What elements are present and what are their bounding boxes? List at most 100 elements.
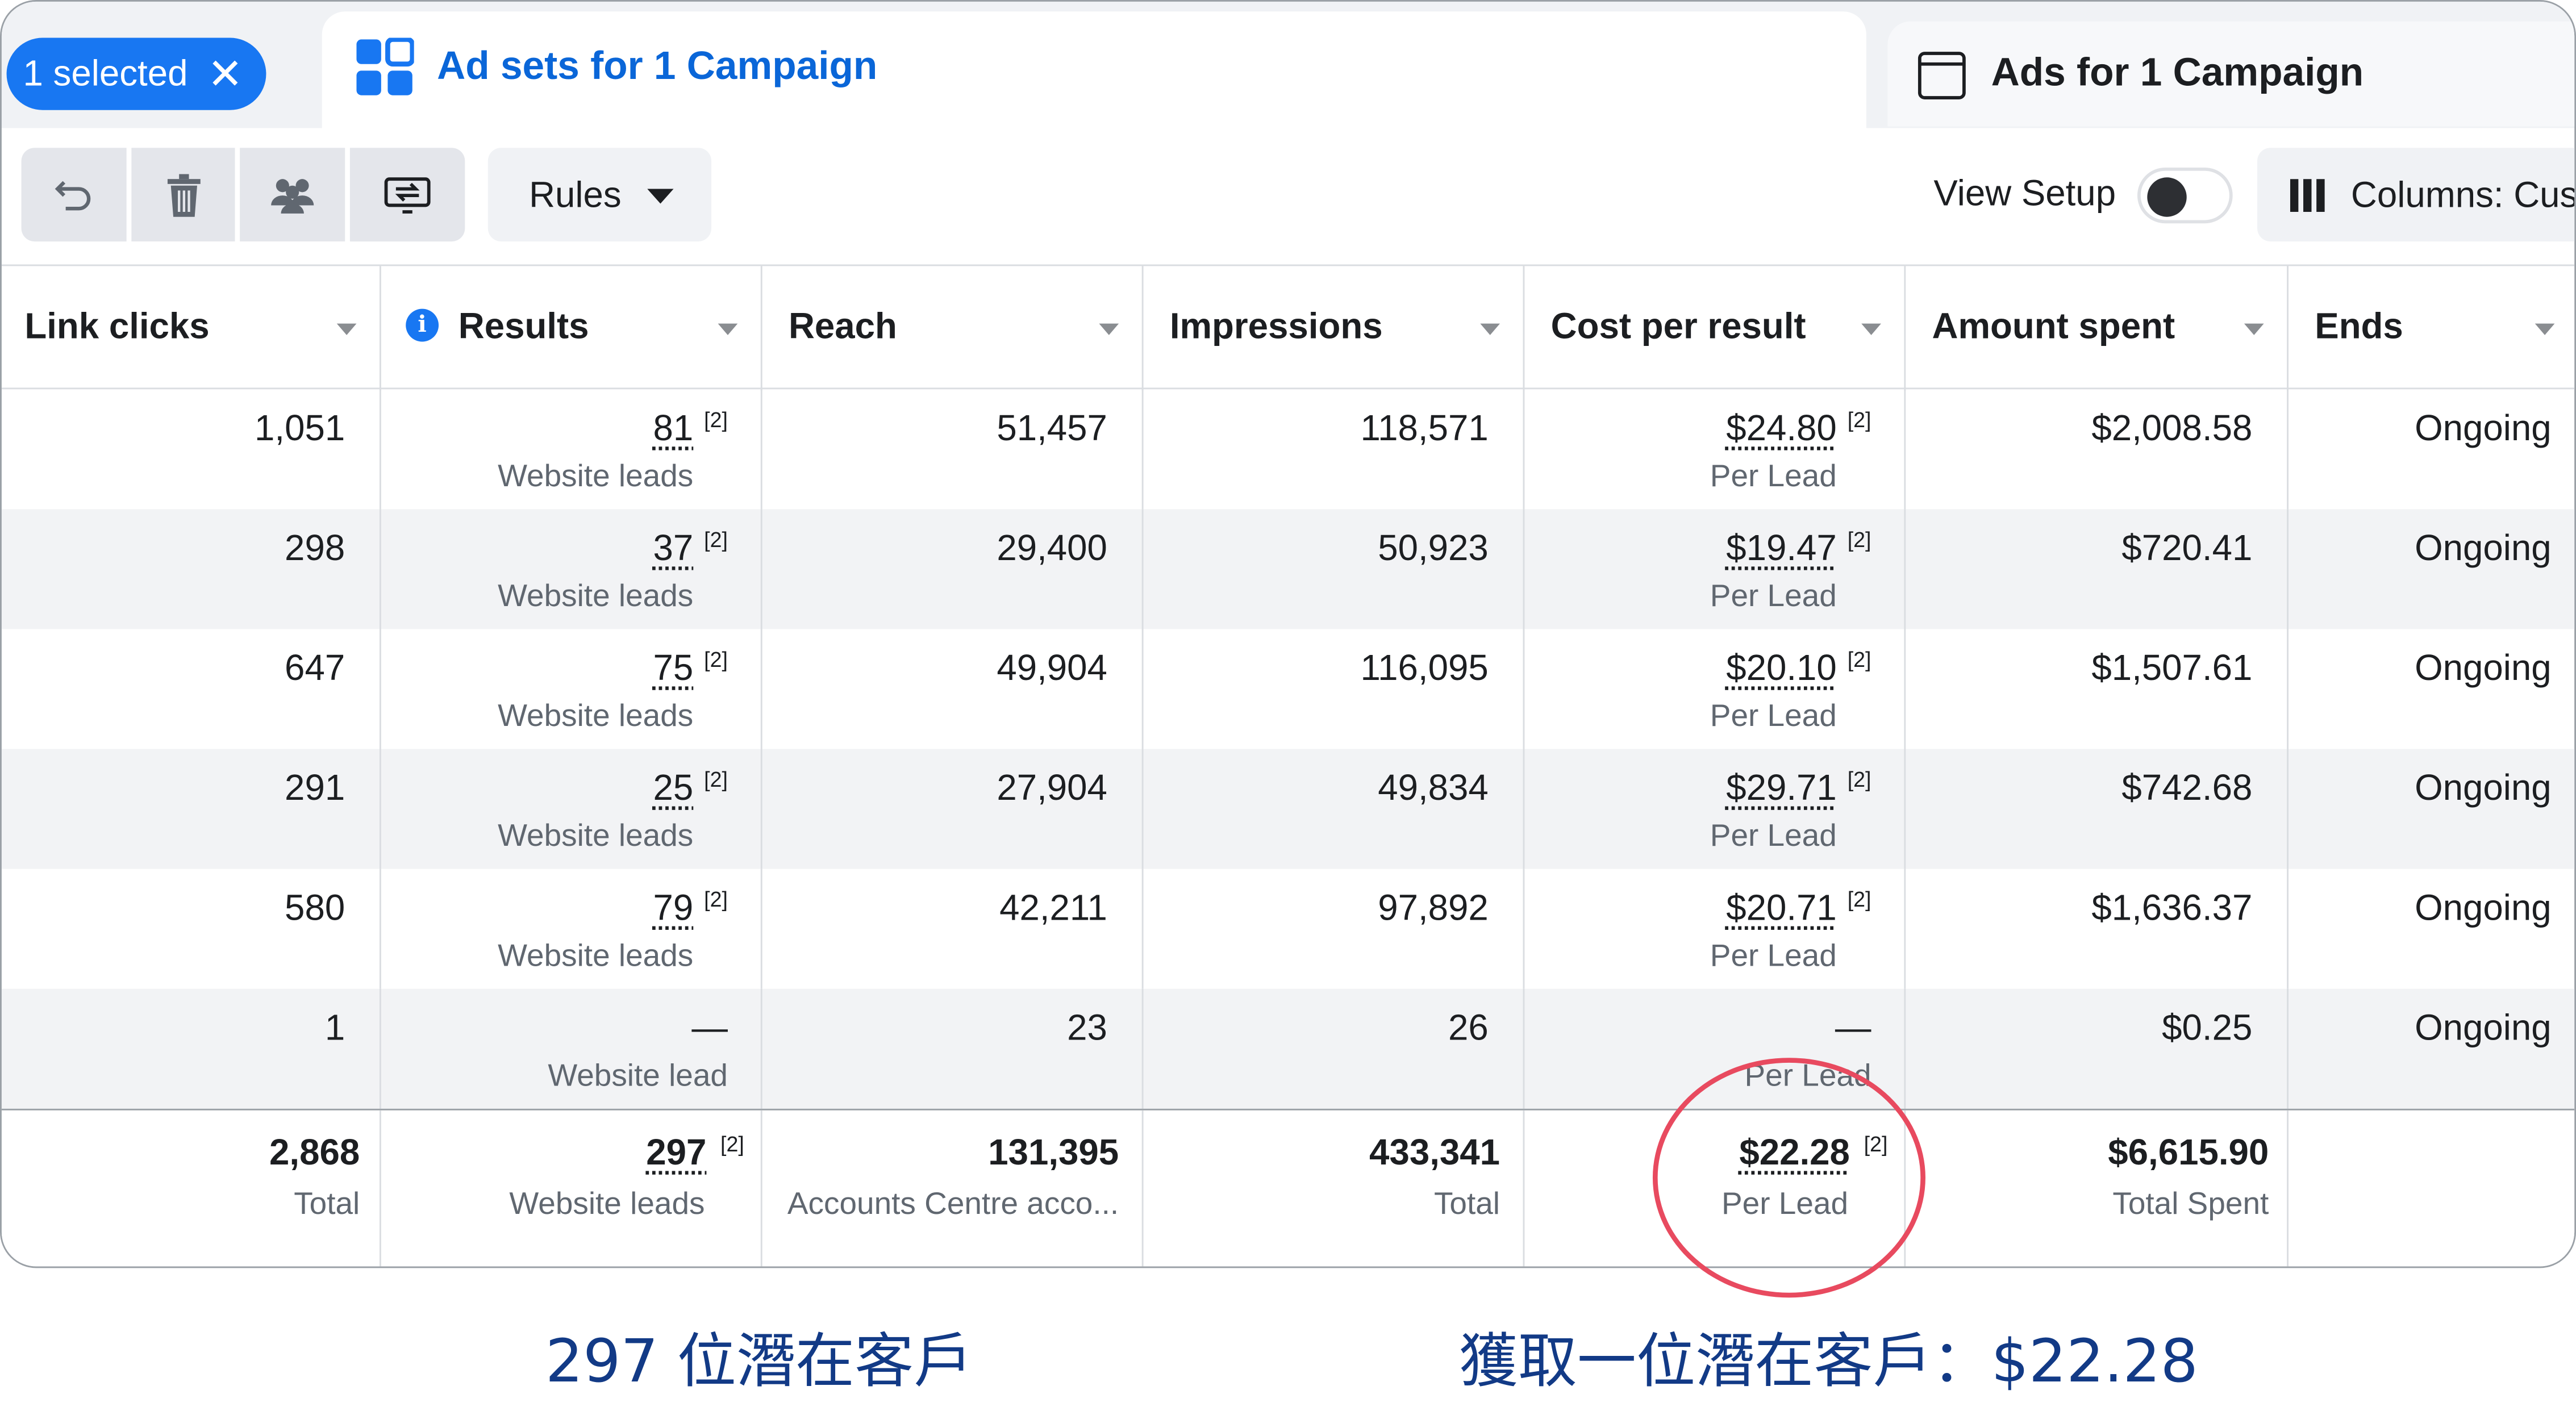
cell-value[interactable]: $20.71 xyxy=(1726,887,1837,929)
total-link-clicks: 2,868 Total xyxy=(2,1110,381,1267)
compare-button[interactable] xyxy=(349,148,465,242)
cell-value: Ongoing xyxy=(2415,767,2552,808)
view-setup-label: View Setup xyxy=(1933,172,2116,214)
cell-reach: 49,904 xyxy=(762,629,1144,749)
columns-dropdown[interactable]: Columns: Cus xyxy=(2257,148,2576,242)
cell-impressions: 50,923 xyxy=(1144,509,1525,629)
cell-ends: Ongoing xyxy=(2289,869,2574,989)
view-setup-toggle[interactable] xyxy=(2137,167,2233,224)
header-link-clicks[interactable]: Link clicks xyxy=(2,266,381,391)
total-label: Total xyxy=(294,1187,360,1222)
cell-value: 23 xyxy=(1067,1007,1107,1048)
cell-value[interactable]: 25 xyxy=(653,767,693,809)
tab-ad-sets[interactable]: Ad sets for 1 Campaign xyxy=(322,11,1866,143)
footnote-marker: [2] xyxy=(704,767,728,792)
undo-button[interactable] xyxy=(21,148,127,242)
table-row[interactable]: 1,051 81 [2] Website leads 51,457 118,571 $24.… xyxy=(2,389,2574,510)
total-value[interactable]: $22.28 xyxy=(1739,1132,1850,1174)
sort-caret-icon[interactable] xyxy=(2535,323,2555,335)
cell-link-clicks: 647 xyxy=(2,629,381,749)
rules-label: Rules xyxy=(529,174,622,215)
cell-value[interactable]: 81 xyxy=(653,407,693,450)
cell-spent: $0.25 xyxy=(1906,988,2289,1109)
cell-value[interactable]: $19.47 xyxy=(1726,527,1837,570)
cell-sublabel: Website leads xyxy=(498,579,694,615)
tab-ad-sets-label: Ad sets for 1 Campaign xyxy=(437,44,878,89)
cell-value[interactable]: 75 xyxy=(653,647,693,690)
cell-value: Ongoing xyxy=(2415,527,2552,569)
adsets-grid-icon xyxy=(356,37,414,95)
header-reach[interactable]: Reach xyxy=(762,266,1144,391)
cell-value[interactable]: $20.10 xyxy=(1726,647,1837,690)
footnote-marker: [2] xyxy=(704,407,728,432)
table-row[interactable]: 298 37 [2] Website leads 29,400 50,923 $19.47 [… xyxy=(1,509,2575,629)
table-row[interactable]: 647 75 [2] Website leads 49,904 116,095 $20.10… xyxy=(2,629,2574,749)
sort-caret-icon[interactable] xyxy=(336,323,357,335)
tab-ads[interactable]: Ads for 1 Campaign xyxy=(1887,21,2575,127)
header-amount-spent[interactable]: Amount spent xyxy=(1906,266,2289,391)
info-icon[interactable]: i xyxy=(406,308,439,342)
footnote-marker: [2] xyxy=(720,1132,744,1157)
selection-pill[interactable]: 1 selected ✕ xyxy=(6,37,266,110)
close-icon[interactable]: ✕ xyxy=(207,49,243,99)
ads-manager-panel: 1 selected ✕ Ad sets for 1 Campaign Ads … xyxy=(0,0,2576,1268)
sort-caret-icon[interactable] xyxy=(718,323,738,335)
cell-link-clicks: 1,051 xyxy=(2,389,381,510)
table-row[interactable]: 291 25 [2] Website leads 27,904 49,834 $29.71 [… xyxy=(1,749,2575,869)
cell-value: 49,834 xyxy=(1378,767,1489,808)
total-cost-per-result: $22.28 [2] Per Lead xyxy=(1524,1110,1906,1267)
cell-spent: $742.68 xyxy=(1906,749,2289,869)
ad-window-icon xyxy=(1918,52,1966,99)
rules-dropdown[interactable]: Rules xyxy=(487,148,712,242)
table-row[interactable]: 580 79 [2] Website leads 42,211 97,892 $20.71 [… xyxy=(2,869,2574,989)
cell-value: 26 xyxy=(1448,1007,1489,1048)
cell-value: Ongoing xyxy=(2415,887,2552,928)
cell-value[interactable]: 79 xyxy=(653,887,693,929)
toolbar: Rules View Setup Columns: Cus xyxy=(1,128,2576,265)
header-results[interactable]: i Results xyxy=(381,266,762,391)
cell-value[interactable]: 37 xyxy=(653,527,693,570)
sort-caret-icon[interactable] xyxy=(2244,323,2264,335)
cell-value[interactable]: $29.71 xyxy=(1726,767,1837,809)
columns-label: Columns: Cus xyxy=(2350,174,2576,215)
cell-sublabel: Website leads xyxy=(498,939,694,974)
cell-value: 27,904 xyxy=(997,767,1107,808)
header-label: Link clicks xyxy=(24,305,210,347)
sort-caret-icon[interactable] xyxy=(1861,323,1881,335)
cell-link-clicks: 291 xyxy=(2,749,381,869)
cell-impressions: 97,892 xyxy=(1144,869,1525,989)
columns-icon xyxy=(2290,179,2325,212)
sort-caret-icon[interactable] xyxy=(1099,323,1119,335)
cell-spent: $720.41 xyxy=(1906,509,2289,629)
cell-link-clicks: 1 xyxy=(2,988,381,1109)
cell-value[interactable]: $24.80 xyxy=(1726,407,1837,450)
header-impressions[interactable]: Impressions xyxy=(1144,266,1525,391)
cell-value: 42,211 xyxy=(999,887,1107,928)
table-row[interactable]: 1 — Website lead 23 26 — Per Lead $0.25 Ongoing xyxy=(1,988,2575,1109)
cell-results: 81 [2] Website leads xyxy=(381,389,762,510)
delete-button[interactable] xyxy=(131,148,235,242)
cell-value: $1,507.61 xyxy=(2091,647,2253,688)
footnote-marker: [2] xyxy=(1847,887,1871,912)
cell-value: Ongoing xyxy=(2415,647,2552,688)
cell-value: Ongoing xyxy=(2415,1007,2552,1048)
cell-value: 298 xyxy=(285,527,345,569)
cell-sublabel: Website leads xyxy=(498,460,694,495)
total-value[interactable]: 297 xyxy=(646,1132,706,1174)
cell-value: 291 xyxy=(285,767,345,808)
total-value: 2,868 xyxy=(269,1132,360,1173)
header-ends[interactable]: Ends xyxy=(2289,266,2574,391)
selection-count-label: 1 selected xyxy=(23,52,188,94)
sort-caret-icon[interactable] xyxy=(1480,323,1500,335)
cell-ends: Ongoing xyxy=(2289,629,2574,749)
footnote-marker: [2] xyxy=(1847,407,1871,432)
audience-button[interactable] xyxy=(240,148,345,242)
caret-down-icon xyxy=(647,189,674,204)
cell-reach: 23 xyxy=(762,988,1144,1109)
header-cost-per-result[interactable]: Cost per result xyxy=(1524,266,1906,391)
cell-impressions: 49,834 xyxy=(1144,749,1525,869)
cell-value: — xyxy=(691,1007,728,1048)
footnote-marker: [2] xyxy=(1847,767,1871,792)
cell-results: 37 [2] Website leads xyxy=(381,509,762,629)
total-label: Accounts Centre acco... xyxy=(787,1187,1119,1222)
